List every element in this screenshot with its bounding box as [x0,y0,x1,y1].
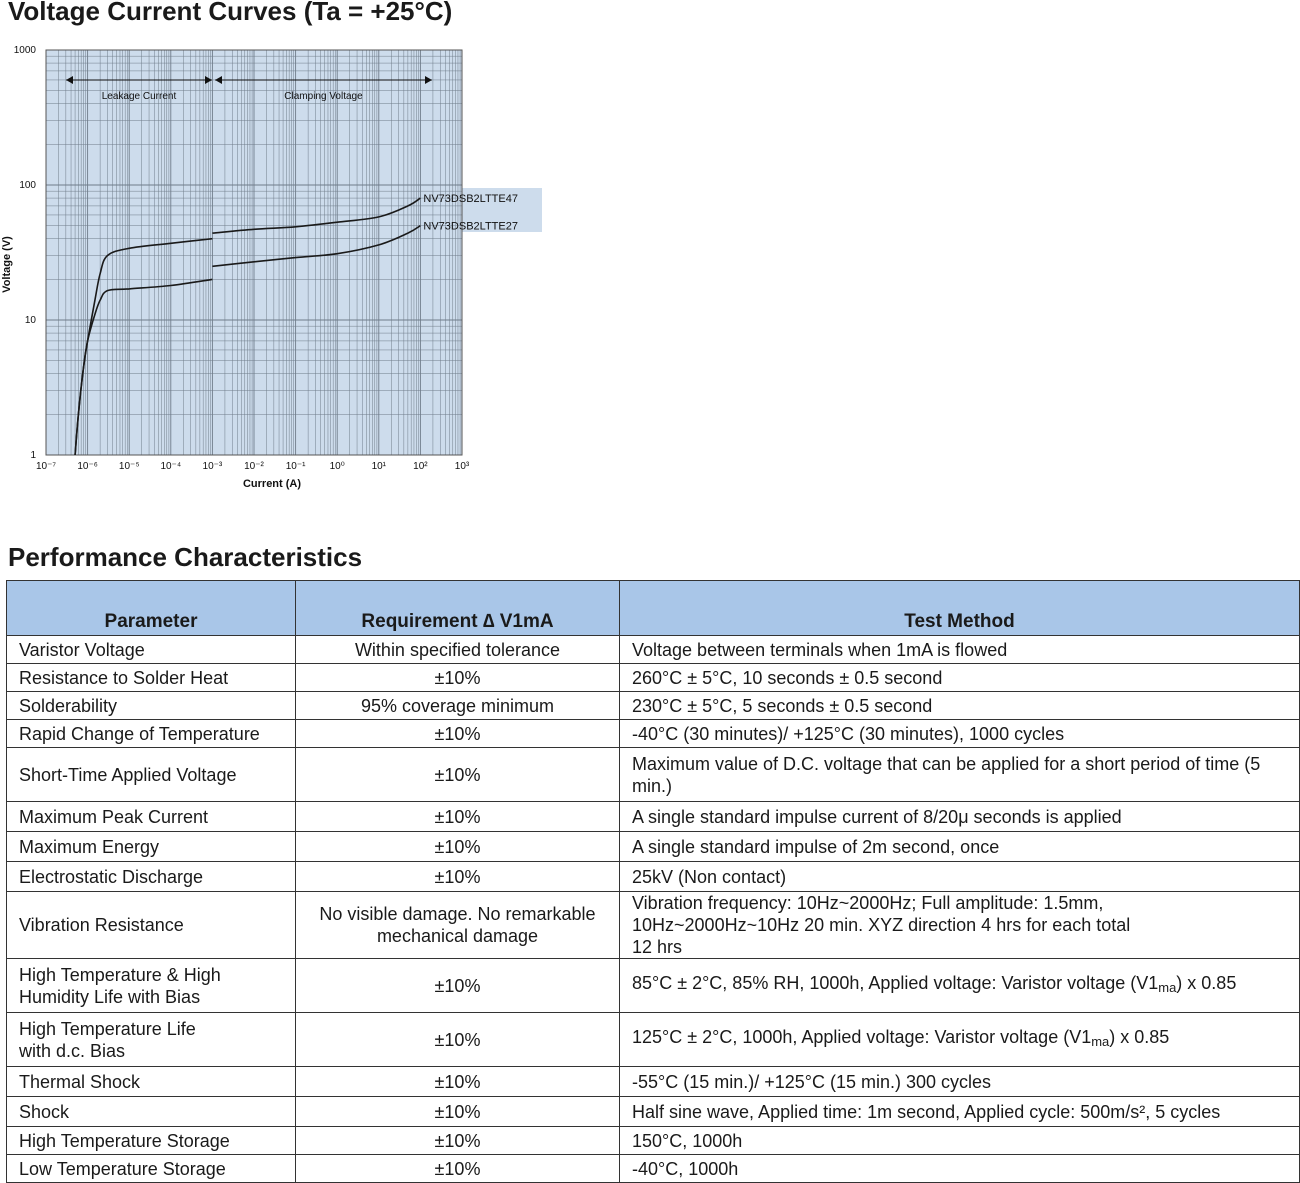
annotation-label: Leakage Current [102,91,177,102]
x-tick-label: 10⁻⁶ [77,461,98,472]
x-tick-label: 10⁻³ [203,461,223,472]
cell-test-method: 85°C ± 2°C, 85% RH, 1000h, Applied volta… [619,958,1300,1013]
table-title: Performance Characteristics [8,542,363,572]
table-row: Resistance to Solder Heat ±10% 260°C ± 5°C… [6,663,1300,692]
cell-test-method: 260°C ± 5°C, 10 seconds ± 0.5 second [619,663,1300,692]
cell-test-method: Vibration frequency: 10Hz~2000Hz; Full a… [619,891,1300,959]
method-text: ) x 0.85 [1109,1027,1170,1047]
x-tick-label: 10³ [455,461,470,472]
x-tick-label: 10⁻⁷ [36,461,56,472]
x-tick-label: 10⁻² [244,461,264,472]
cell-requirement: ±10% [295,801,620,832]
table-row: Varistor Voltage Within specified toleran… [6,635,1300,664]
table-row: Vibration Resistance No visible damage. N… [6,891,1300,959]
table-row: Maximum Energy ±10% A single standard impu… [6,831,1300,862]
cell-requirement: Within specified tolerance [295,635,620,664]
table-row: High Temperature Storage ±10% 150°C, 1000h [6,1126,1300,1155]
cell-test-method: A single standard impulse current of 8/2… [619,801,1300,832]
table-row: Thermal Shock ±10% -55°C (15 min.)/ +125°C… [6,1066,1300,1097]
table-row: Solderability 95% coverage minimum 230°C ±… [6,691,1300,720]
table-row: Rapid Change of Temperature ±10% -40°C (30… [6,719,1300,748]
voltage-current-chart: Leakage Current Clamping Voltage NV73DSB2… [1,45,542,490]
x-tick-label: 10⁻¹ [286,461,306,472]
cell-requirement: ±10% [295,1096,620,1127]
table-row: High Temperature Life with d.c. Bias ±10%… [6,1012,1300,1067]
method-subscript: ma [1091,1034,1110,1049]
cell-test-method: 150°C, 1000h [619,1126,1300,1155]
y-tick-label: 1000 [14,45,37,56]
chart-grid [45,49,542,456]
table-row: Maximum Peak Current ±10% A single standar… [6,801,1300,832]
cell-requirement: ±10% [295,831,620,862]
header-test-method: Test Method [619,580,1300,636]
cell-parameter: High Temperature Storage [6,1126,296,1155]
y-tick-label: 10 [25,315,37,326]
y-tick-label: 100 [19,180,36,191]
cell-parameter: Maximum Peak Current [6,801,296,832]
table-row: Low Temperature Storage ±10% -40°C, 1000h [6,1154,1300,1183]
cell-requirement: ±10% [295,663,620,692]
cell-parameter: Maximum Energy [6,831,296,862]
cell-requirement: ±10% [295,1066,620,1097]
cell-test-method: -55°C (15 min.)/ +125°C (15 min.) 300 cy… [619,1066,1300,1097]
cell-parameter: Low Temperature Storage [6,1154,296,1183]
cell-requirement: ±10% [295,958,620,1013]
cell-test-method: A single standard impulse of 2m second, … [619,831,1300,862]
x-tick-label: 10⁰ [330,461,345,472]
cell-requirement: ±10% [295,1012,620,1067]
cell-requirement: ±10% [295,747,620,802]
header-requirement: Requirement ∆ V1mA [295,580,620,636]
cell-parameter: Electrostatic Discharge [6,861,296,892]
y-axis-label: Voltage (V) [1,236,13,293]
table-row: Shock ±10% Half sine wave, Applied time: 1… [6,1096,1300,1127]
cell-requirement: 95% coverage minimum [295,691,620,720]
y-tick-label: 1 [30,450,36,461]
cell-parameter: Resistance to Solder Heat [6,663,296,692]
cell-parameter: Shock [6,1096,296,1127]
cell-test-method: Half sine wave, Applied time: 1m second,… [619,1096,1300,1127]
series-label: NV73DSB2LTTE47 [423,193,518,205]
method-text: 125°C ± 2°C, 1000h, Applied voltage: Var… [632,1027,1092,1047]
table-row: High Temperature & High Humidity Life wi… [6,958,1300,1013]
cell-parameter: High Temperature & High Humidity Life wi… [6,958,296,1013]
cell-requirement: ±10% [295,861,620,892]
x-tick-label: 10⁻⁵ [119,461,140,472]
cell-test-method: -40°C, 1000h [619,1154,1300,1183]
x-tick-label: 10¹ [372,461,387,472]
cell-test-method: Maximum value of D.C. voltage that can b… [619,747,1300,802]
cell-parameter: Thermal Shock [6,1066,296,1097]
cell-requirement: ±10% [295,1126,620,1155]
cell-test-method: 230°C ± 5°C, 5 seconds ± 0.5 second [619,691,1300,720]
cell-test-method: 125°C ± 2°C, 1000h, Applied voltage: Var… [619,1012,1300,1067]
x-axis-label: Current (A) [243,478,301,490]
cell-parameter: High Temperature Life with d.c. Bias [6,1012,296,1067]
table-row: Short-Time Applied Voltage ±10% Maximum va… [6,747,1300,802]
cell-parameter: Rapid Change of Temperature [6,719,296,748]
cell-requirement: ±10% [295,719,620,748]
cell-test-method: -40°C (30 minutes)/ +125°C (30 minutes),… [619,719,1300,748]
table-row: Electrostatic Discharge ±10% 25kV (Non con… [6,861,1300,892]
annotation-label: Clamping Voltage [284,91,363,102]
method-subscript: ma [1158,980,1177,995]
method-text: 85°C ± 2°C, 85% RH, 1000h, Applied volta… [632,973,1159,993]
cell-requirement: ±10% [295,1154,620,1183]
cell-parameter: Short-Time Applied Voltage [6,747,296,802]
x-tick-label: 10² [413,461,428,472]
table-header-row: Parameter Requirement ∆ V1mA Test Method [6,580,1300,636]
method-text: ) x 0.85 [1176,973,1237,993]
cell-parameter: Varistor Voltage [6,635,296,664]
header-parameter: Parameter [6,580,296,636]
cell-parameter: Solderability [6,691,296,720]
cell-test-method: 25kV (Non contact) [619,861,1300,892]
performance-table: Parameter Requirement ∆ V1mA Test Method… [6,580,1300,1183]
cell-requirement: No visible damage. No remarkable mechani… [295,891,620,959]
cell-parameter: Vibration Resistance [6,891,296,959]
cell-test-method: Voltage between terminals when 1mA is fl… [619,635,1300,664]
series-label: NV73DSB2LTTE27 [423,221,518,233]
x-tick-label: 10⁻⁴ [160,461,181,472]
